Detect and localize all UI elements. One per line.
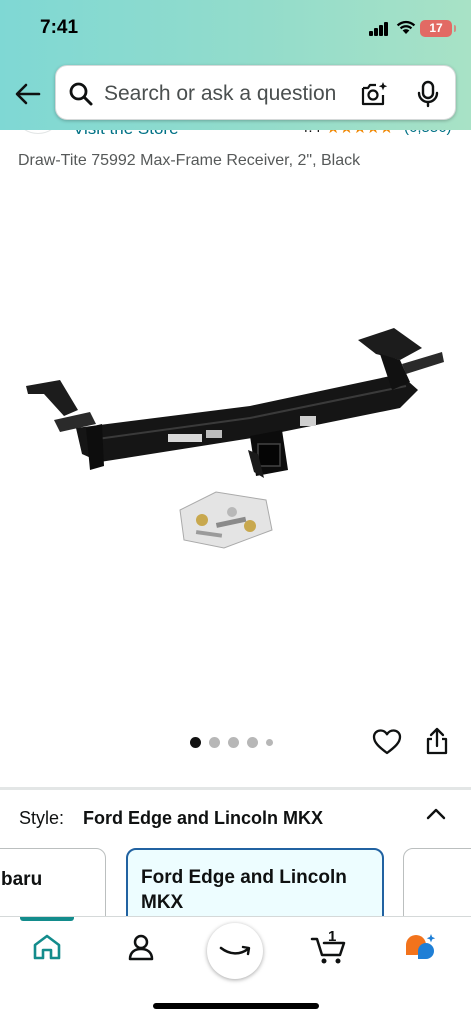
carousel-dot[interactable] [266,739,273,746]
signal-icon [369,22,389,36]
style-label: Style: [19,808,65,828]
status-bar: 7:41 17 [0,0,471,58]
wifi-icon [396,20,416,34]
home-indicator [153,1003,319,1009]
status-time: 7:41 [40,17,79,38]
style-value: Ford Edge and Lincoln MKX [83,808,323,828]
product-title: Draw-Tite 75992 Max-Frame Receiver, 2", … [18,152,361,169]
home-icon[interactable] [32,933,62,961]
account-icon[interactable] [127,933,155,961]
share-icon[interactable] [424,726,450,756]
heart-icon[interactable] [372,728,402,756]
amazon-smile-icon [219,945,251,956]
cart-count: 1 [328,928,337,945]
search-icon [69,82,93,106]
style-option-label: Ford Edge and Lincoln MKX [141,867,347,913]
battery-level: 17 [429,21,443,35]
carousel-dot[interactable] [228,737,239,748]
product-image[interactable] [20,320,450,550]
search-bar[interactable]: Search or ask a question [55,65,456,120]
amazon-logo-button[interactable] [207,923,263,979]
camera-lens-icon[interactable] [359,80,389,108]
carousel-dot[interactable] [190,737,201,748]
carousel-dots[interactable] [190,737,273,748]
battery-icon: 17 [420,20,456,37]
app-header: 7:41 17 Search or ask a question [0,0,471,130]
search-input[interactable]: Search or ask a question [104,82,336,106]
section-divider [0,787,471,790]
cart-button[interactable]: 1 [310,928,348,965]
rufus-assistant-icon[interactable] [404,933,438,963]
chevron-up-icon[interactable] [424,804,448,824]
carousel-dot[interactable] [209,737,220,748]
arrow-left-icon [15,83,41,105]
style-selector-header[interactable]: Style: Ford Edge and Lincoln MKX [0,800,471,836]
microphone-icon[interactable] [416,80,440,108]
style-option-label: baru [1,869,43,890]
carousel-dot[interactable] [247,737,258,748]
back-button[interactable] [12,78,44,110]
nav-active-indicator [20,917,74,921]
